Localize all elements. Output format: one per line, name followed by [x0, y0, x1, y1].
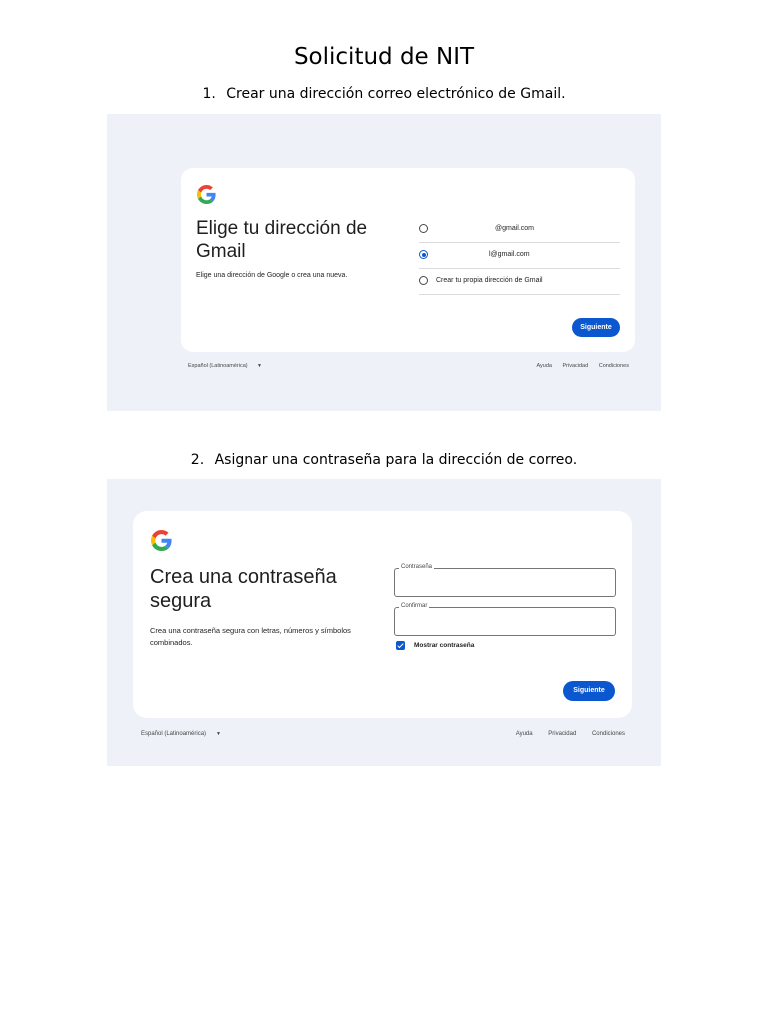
document-title: Solicitud de NIT — [293, 44, 475, 70]
step-text: Crear una dirección correo electrónico d… — [226, 86, 566, 102]
step-text: Asignar una contraseña para la dirección… — [214, 452, 578, 468]
step-number: 2. — [190, 452, 205, 468]
chevron-down-icon[interactable]: ▼ — [257, 363, 262, 369]
signup-card: Elige tu dirección de Gmail Elige una di… — [181, 168, 635, 352]
password-field[interactable]: Contraseña — [394, 564, 616, 597]
step-number: 1. — [202, 86, 216, 102]
step-2: 2. Asignar una contraseña para la direcc… — [0, 452, 768, 468]
confirm-password-field[interactable]: Confirmar — [394, 603, 616, 636]
radio-button[interactable] — [419, 224, 428, 233]
next-button[interactable]: Siguiente — [572, 318, 620, 337]
google-logo-icon — [151, 530, 172, 551]
address-option[interactable]: l@gmail.com — [419, 242, 620, 269]
language-selector[interactable]: Español (Latinoamérica) — [188, 363, 248, 369]
radio-button-selected[interactable] — [419, 250, 428, 259]
password-screenshot: Crea una contraseña segura Crea una cont… — [107, 479, 661, 766]
address-option[interactable]: @gmail.com — [419, 216, 620, 243]
card-subtext: Crea una contraseña segura con letras, n… — [150, 626, 351, 647]
privacy-link[interactable]: Privacidad — [563, 363, 589, 369]
card-headline: Crea una contraseña segura — [150, 566, 337, 612]
next-button[interactable]: Siguiente — [563, 681, 615, 701]
address-option[interactable]: Crear tu propia dirección de Gmail — [419, 268, 620, 295]
show-password-checkbox[interactable] — [396, 641, 405, 650]
step-1: 1. Crear una dirección correo electrónic… — [0, 86, 768, 102]
card-subtext: Elige una dirección de Google o crea una… — [196, 272, 348, 279]
radio-button[interactable] — [419, 276, 428, 285]
footer-links: Ayuda Privacidad Condiciones — [502, 731, 625, 737]
signup-card: Crea una contraseña segura Crea una cont… — [133, 511, 632, 718]
show-password-label: Mostrar contraseña — [414, 642, 475, 649]
google-logo-icon — [197, 185, 216, 204]
help-link[interactable]: Ayuda — [536, 363, 552, 369]
terms-link[interactable]: Condiciones — [599, 363, 629, 369]
language-selector[interactable]: Español (Latinoamérica) — [141, 731, 206, 737]
card-headline: Elige tu dirección de Gmail — [196, 218, 368, 262]
terms-link[interactable]: Condiciones — [592, 731, 625, 737]
help-link[interactable]: Ayuda — [516, 731, 533, 737]
gmail-address-screenshot: Elige tu dirección de Gmail Elige una di… — [107, 114, 661, 411]
footer-links: Ayuda Privacidad Condiciones — [522, 363, 629, 369]
privacy-link[interactable]: Privacidad — [548, 731, 576, 737]
chevron-down-icon[interactable]: ▼ — [216, 731, 221, 737]
